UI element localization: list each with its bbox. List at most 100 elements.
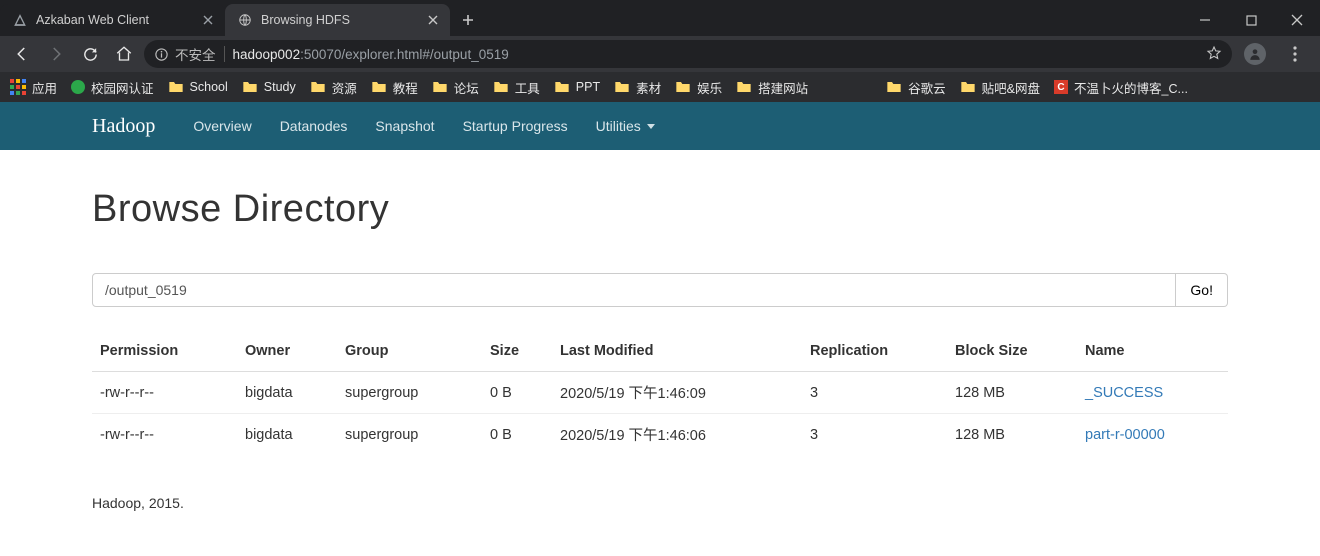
bookmark-label: 搭建网站 <box>758 78 808 97</box>
path-row: Go! <box>92 273 1228 307</box>
footer: Hadoop, 2015. <box>92 495 1228 511</box>
hadoop-navbar: Hadoop Overview Datanodes Snapshot Start… <box>0 102 1320 150</box>
bookmark-item[interactable]: 工具 <box>493 78 540 97</box>
cell-blocksize: 128 MB <box>947 372 1077 414</box>
cell-group: supergroup <box>337 414 482 456</box>
folder-icon <box>886 80 902 94</box>
security-label: 不安全 <box>175 44 216 64</box>
col-owner: Owner <box>237 333 337 372</box>
bookmark-item[interactable]: PPT <box>554 80 600 94</box>
close-icon[interactable] <box>203 15 213 25</box>
cell-modified: 2020/5/19 下午1:46:06 <box>552 414 802 456</box>
security-chip[interactable]: 不安全 <box>154 44 216 64</box>
cell-permission: -rw-r--r-- <box>92 414 237 456</box>
folder-icon <box>675 80 691 94</box>
apps-grid-icon <box>10 79 26 95</box>
nav-snapshot[interactable]: Snapshot <box>375 118 434 134</box>
nav-overview[interactable]: Overview <box>193 118 251 134</box>
page-title: Browse Directory <box>92 188 1228 231</box>
col-size: Size <box>482 333 552 372</box>
bookmark-item[interactable]: 搭建网站 <box>736 78 808 97</box>
folder-icon <box>736 80 752 94</box>
bookmark-label: School <box>190 80 228 94</box>
folder-icon <box>432 80 448 94</box>
folder-icon <box>554 80 570 94</box>
browser-tab-0[interactable]: Azkaban Web Client <box>0 4 225 36</box>
maximize-icon[interactable] <box>1228 4 1274 36</box>
close-icon[interactable] <box>428 15 438 25</box>
tab-title: Azkaban Web Client <box>36 13 195 27</box>
folder-icon <box>310 80 326 94</box>
bookmark-label: 校园网认证 <box>91 78 154 97</box>
bookmarks-bar: 应用 校园网认证 School Study 资源 教程 论坛 工具 PPT 素材… <box>0 72 1320 102</box>
info-icon <box>154 47 169 62</box>
back-icon[interactable] <box>8 40 36 68</box>
col-blocksize: Block Size <box>947 333 1077 372</box>
bookmark-apps[interactable]: 应用 <box>10 78 57 97</box>
bookmark-label: 教程 <box>393 78 418 97</box>
folder-icon <box>614 80 630 94</box>
folder-icon <box>493 80 509 94</box>
bookmark-item[interactable]: C 不温卜火的博客_C... <box>1054 78 1188 97</box>
cell-size: 0 B <box>482 414 552 456</box>
bookmark-star-icon[interactable] <box>1206 45 1222 64</box>
azkaban-icon <box>12 12 28 28</box>
bookmark-item[interactable]: 教程 <box>371 78 418 97</box>
bookmark-item[interactable]: 资源 <box>310 78 357 97</box>
bookmark-label: 谷歌云 <box>908 78 946 97</box>
home-icon[interactable] <box>110 40 138 68</box>
cell-permission: -rw-r--r-- <box>92 372 237 414</box>
bookmark-item[interactable]: Study <box>242 80 296 94</box>
bookmark-item[interactable]: 校园网认证 <box>71 78 154 97</box>
nav-utilities[interactable]: Utilities <box>596 118 655 134</box>
bookmark-label: 资源 <box>332 78 357 97</box>
col-name: Name <box>1077 333 1228 372</box>
window-close-icon[interactable] <box>1274 4 1320 36</box>
bookmark-item[interactable]: 娱乐 <box>675 78 722 97</box>
folder-icon <box>371 80 387 94</box>
cell-replication: 3 <box>802 414 947 456</box>
kebab-menu-icon[interactable] <box>1278 46 1312 62</box>
go-button[interactable]: Go! <box>1176 273 1228 307</box>
bookmark-label: 贴吧&网盘 <box>982 78 1040 97</box>
bookmark-label: Study <box>264 80 296 94</box>
bookmark-item[interactable]: 素材 <box>614 78 661 97</box>
cell-blocksize: 128 MB <box>947 414 1077 456</box>
globe-icon <box>237 12 253 28</box>
table-row: -rw-r--r-- bigdata supergroup 0 B 2020/5… <box>92 414 1228 456</box>
forward-icon[interactable] <box>42 40 70 68</box>
table-row: -rw-r--r-- bigdata supergroup 0 B 2020/5… <box>92 372 1228 414</box>
bookmark-label: 论坛 <box>454 78 479 97</box>
cell-modified: 2020/5/19 下午1:46:09 <box>552 372 802 414</box>
bookmark-label: 工具 <box>515 78 540 97</box>
bookmark-label: 应用 <box>32 78 57 97</box>
folder-icon <box>960 80 976 94</box>
folder-icon <box>242 80 258 94</box>
bookmark-label: 不温卜火的博客_C... <box>1074 78 1188 97</box>
bookmark-item[interactable]: 论坛 <box>432 78 479 97</box>
reload-icon[interactable] <box>76 40 104 68</box>
new-tab-button[interactable] <box>454 6 482 34</box>
bookmark-label: PPT <box>576 80 600 94</box>
browser-titlebar: Azkaban Web Client Browsing HDFS <box>0 0 1320 36</box>
site-icon: C <box>1054 80 1068 94</box>
file-link[interactable]: part-r-00000 <box>1085 427 1165 443</box>
cell-owner: bigdata <box>237 372 337 414</box>
brand[interactable]: Hadoop <box>92 115 155 138</box>
bookmark-item[interactable]: 谷歌云 <box>886 78 946 97</box>
minimize-icon[interactable] <box>1182 4 1228 36</box>
url-text: hadoop002:50070/explorer.html#/output_05… <box>233 47 509 62</box>
window-controls <box>1182 4 1320 36</box>
nav-startup-progress[interactable]: Startup Progress <box>463 118 568 134</box>
browser-tab-1[interactable]: Browsing HDFS <box>225 4 450 36</box>
bookmark-item[interactable]: School <box>168 80 228 94</box>
cell-group: supergroup <box>337 372 482 414</box>
bookmark-item[interactable]: 贴吧&网盘 <box>960 78 1040 97</box>
browser-address-bar: 不安全 hadoop002:50070/explorer.html#/outpu… <box>0 36 1320 72</box>
profile-avatar-icon[interactable] <box>1238 43 1272 65</box>
file-link[interactable]: _SUCCESS <box>1085 385 1163 401</box>
directory-table: Permission Owner Group Size Last Modifie… <box>92 333 1228 455</box>
nav-datanodes[interactable]: Datanodes <box>280 118 348 134</box>
omnibox[interactable]: 不安全 hadoop002:50070/explorer.html#/outpu… <box>144 40 1232 68</box>
path-input[interactable] <box>92 273 1176 307</box>
